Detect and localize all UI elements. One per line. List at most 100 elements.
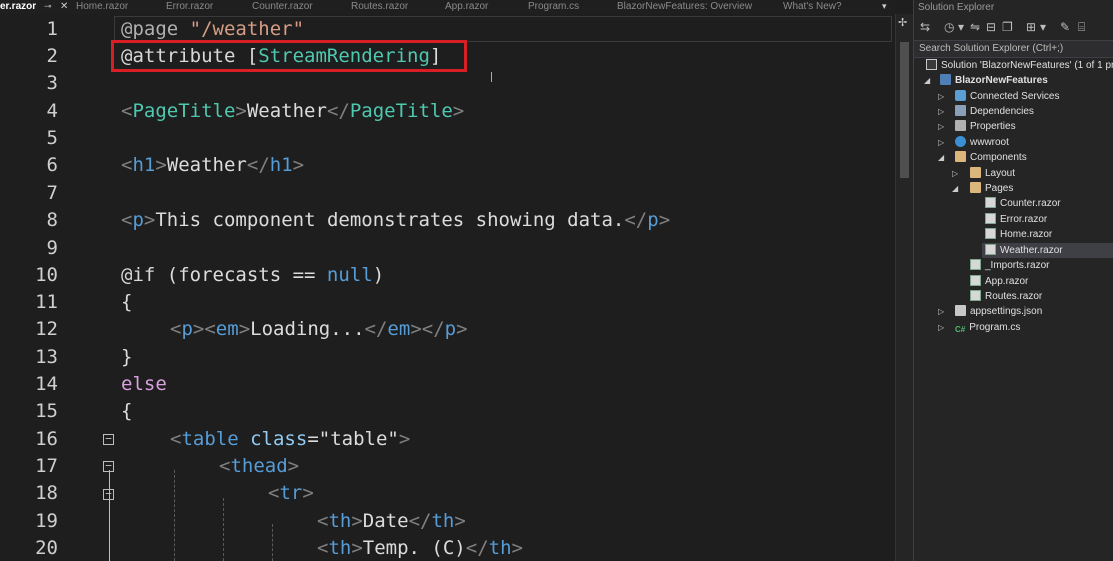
tree-item-program-cs[interactable]: C# Program.cs (955, 320, 1020, 335)
collapsed-arrow-icon[interactable]: ▷ (938, 89, 944, 104)
tab-routes-razor[interactable]: Routes.razor (351, 0, 408, 14)
tab-overview[interactable]: BlazorNewFeatures: Overview (617, 0, 752, 14)
collapsed-arrow-icon[interactable]: ▷ (938, 104, 944, 119)
code-line: 12 <p><em>Loading...</em></p> (0, 316, 895, 343)
tree-item-properties[interactable]: Properties (955, 119, 1016, 134)
history-icon[interactable]: ◷ (944, 19, 954, 35)
properties-icon (955, 120, 966, 131)
code-line: 19 <th>Date</th> (0, 508, 895, 535)
tree-item-layout[interactable]: Layout (970, 166, 1015, 181)
dependencies-icon (955, 105, 966, 116)
line-number: 17 (35, 455, 58, 477)
tab-error-razor[interactable]: Error.razor (166, 0, 213, 14)
code-line: 4 <PageTitle>Weather</PageTitle> (0, 98, 895, 125)
editor-vertical-scrollbar[interactable]: ✢ (895, 14, 914, 561)
tree-item-dependencies[interactable]: Dependencies (955, 104, 1034, 119)
line-number: 1 (46, 18, 58, 40)
code-line: 5 (0, 125, 895, 152)
csharp-file-icon: C# (955, 325, 966, 334)
scrollbar-thumb[interactable] (900, 42, 909, 178)
close-tab-icon[interactable]: ✕ (60, 0, 68, 14)
collapsed-arrow-icon[interactable]: ▷ (938, 304, 944, 319)
code-line: 14 else (0, 371, 895, 398)
filter-icon[interactable]: ⊞ (1026, 19, 1036, 35)
code-text: <h1>Weather</h1> (121, 154, 305, 176)
tab-app-razor[interactable]: App.razor (445, 0, 488, 14)
code-line: 7 (0, 180, 895, 207)
folder-icon (970, 167, 981, 178)
code-line: 8 <p>This component demonstrates showing… (0, 207, 895, 234)
tab-counter-razor[interactable]: Counter.razor (252, 0, 313, 14)
collapsed-arrow-icon[interactable]: ▷ (938, 320, 944, 335)
tree-item-solution[interactable]: Solution 'BlazorNewFeatures' (1 of 1 pro… (926, 58, 1113, 73)
line-number: 9 (46, 237, 58, 259)
collapse-icon[interactable]: − (103, 433, 114, 445)
collapsed-arrow-icon[interactable]: ▷ (938, 135, 944, 150)
tree-item-project[interactable]: BlazorNewFeatures (940, 73, 1048, 88)
code-line: 2 @attribute [StreamRendering] (0, 43, 895, 70)
line-number: 4 (46, 100, 58, 122)
code-line: 3 (0, 70, 895, 97)
tree-item-wwwroot[interactable]: wwwroot (955, 135, 1009, 150)
search-input[interactable]: Search Solution Explorer (Ctrl+;) (914, 40, 1113, 58)
properties-wrench-icon[interactable]: ✎ (1060, 19, 1070, 35)
line-number: 16 (35, 428, 58, 450)
expanded-arrow-icon[interactable]: ◢ (952, 181, 958, 196)
tree-item-components[interactable]: Components (955, 150, 1027, 165)
tree-item-imports-razor[interactable]: _Imports.razor (970, 258, 1049, 273)
code-text: else (121, 373, 167, 395)
globe-icon (955, 136, 966, 147)
tab-whats-new[interactable]: What's New? (783, 0, 842, 14)
sync-icon[interactable]: ⇆ (920, 19, 930, 35)
tab-program-cs[interactable]: Program.cs (528, 0, 579, 14)
tree-item-pages[interactable]: Pages (970, 181, 1013, 196)
collapsed-arrow-icon[interactable]: ▷ (938, 119, 944, 134)
code-line: 20 <th>Temp. (C)</th> (0, 535, 895, 561)
tab-home-razor[interactable]: Home.razor (76, 0, 128, 14)
tree-item-appsettings-json[interactable]: appsettings.json (955, 304, 1042, 319)
expanded-arrow-icon[interactable]: ◢ (938, 150, 944, 165)
line-number: 20 (35, 537, 58, 559)
line-number: 6 (46, 154, 58, 176)
code-line: 6 <h1>Weather</h1> (0, 152, 895, 179)
expanded-arrow-icon[interactable]: ◢ (924, 73, 930, 88)
tree-item-home-razor[interactable]: Home.razor (985, 227, 1052, 242)
pin-icon[interactable]: ⊸ (44, 0, 52, 14)
code-line: 10 @if (forecasts == null) (0, 262, 895, 289)
code-editor[interactable]: 1 @page "/weather" 2 @attribute [StreamR… (0, 14, 895, 561)
collapse-all-icon[interactable]: ⊟ (986, 19, 996, 35)
solution-icon (926, 59, 937, 70)
code-text: { (121, 400, 133, 422)
tree-item-error-razor[interactable]: Error.razor (985, 212, 1047, 227)
code-text: @attribute [StreamRendering] (121, 45, 442, 67)
line-number: 15 (35, 400, 58, 422)
code-text: } (121, 346, 133, 368)
solution-explorer-panel: Solution Explorer ⇆ ◷ ▾ ⇋ ⊟ ❐ ⊞ ▾ ✎ ⌸ Se… (913, 0, 1113, 561)
code-line: 9 (0, 235, 895, 262)
back-forward-icon[interactable]: ⇋ (970, 19, 980, 35)
tab-list-dropdown-icon[interactable]: ▾ (882, 0, 887, 14)
code-line: 18 <tr> (0, 480, 895, 507)
line-number: 5 (46, 127, 58, 149)
razor-file-icon (985, 228, 996, 239)
dropdown-icon[interactable]: ▾ (958, 19, 964, 35)
preview-icon[interactable]: ⌸ (1078, 19, 1085, 35)
split-editor-icon[interactable]: ✢ (898, 16, 907, 29)
collapsed-arrow-icon[interactable]: ▷ (952, 166, 958, 181)
dropdown-icon[interactable]: ▾ (1040, 19, 1046, 35)
tree-item-app-razor[interactable]: App.razor (970, 274, 1028, 289)
folder-icon (955, 151, 966, 162)
show-all-files-icon[interactable]: ❐ (1002, 19, 1013, 35)
code-text: <p><em>Loading...</em></p> (170, 318, 468, 340)
code-text: <table class="table"> (170, 428, 411, 450)
tree-item-counter-razor[interactable]: Counter.razor (985, 196, 1061, 211)
line-number: 19 (35, 510, 58, 532)
line-number: 12 (35, 318, 58, 340)
tab-weather-razor[interactable]: er.razor (0, 0, 36, 14)
tree-item-routes-razor[interactable]: Routes.razor (970, 289, 1042, 304)
solution-explorer-toolbar: ⇆ ◷ ▾ ⇋ ⊟ ❐ ⊞ ▾ ✎ ⌸ (914, 16, 1113, 38)
code-text: @if (forecasts == null) (121, 264, 385, 286)
tree-item-weather-razor[interactable]: Weather.razor (982, 243, 1113, 258)
tree-item-connected-services[interactable]: Connected Services (955, 89, 1060, 104)
razor-file-icon (970, 290, 981, 301)
